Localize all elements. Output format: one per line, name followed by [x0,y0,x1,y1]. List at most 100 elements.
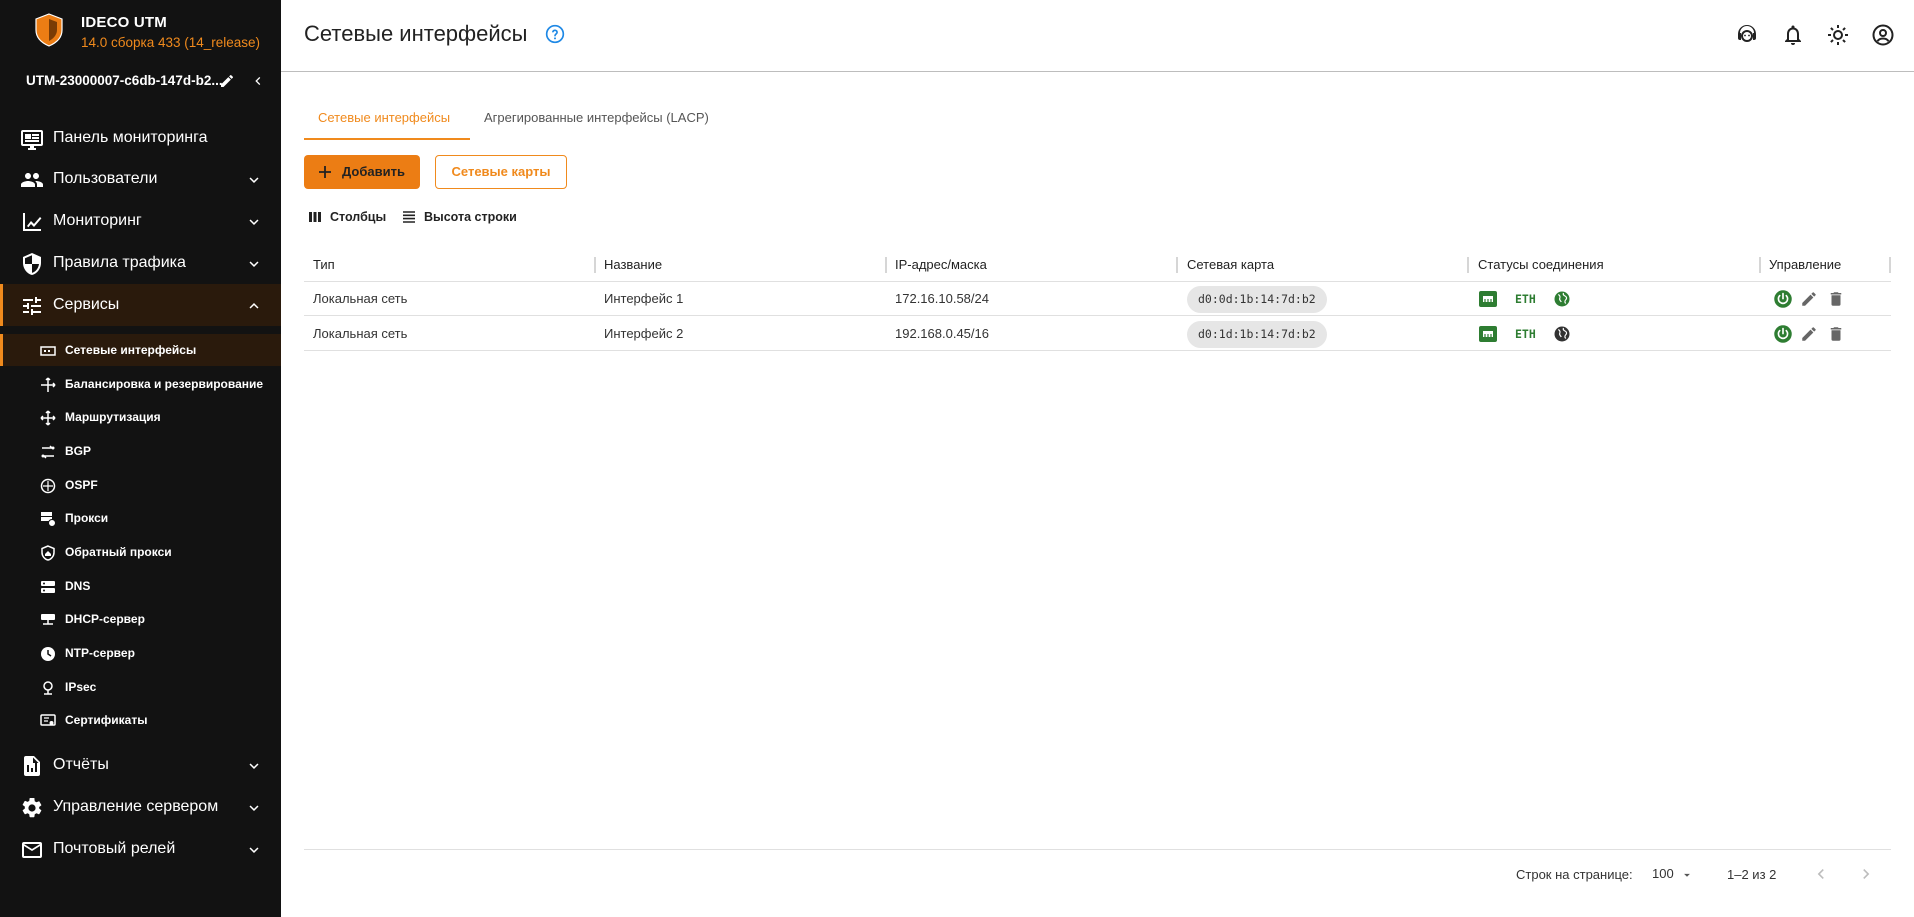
table-footer-divider [304,849,1891,850]
power-icon[interactable] [1773,324,1793,344]
cell-ip: 172.16.10.58/24 [895,291,989,306]
chevron-left-icon[interactable] [1811,864,1831,884]
nav-item-server-management[interactable]: Управление сервером [0,786,281,828]
row-height-label: Высота строки [424,210,517,224]
ipsec-location-icon [43,681,53,695]
rows-per-page-select[interactable]: 100 [1652,866,1674,881]
column-header-ip[interactable]: IP-адрес/маска [895,257,987,272]
sidebar-item-ospf[interactable]: OSPF [0,469,281,501]
dhcp-lan-icon [41,614,55,625]
mail-icon [22,842,42,858]
nav-label: Сервисы [53,296,120,313]
brand: IDECO UTM 14.0 сборка 433 (14_release) [0,0,281,64]
nav-item-mail-relay[interactable]: Почтовый релей [0,828,281,870]
nic-chip: d0:1d:1b:14:7d:b2 [1187,321,1327,348]
ethernet-connected-icon [1479,291,1497,307]
monitor-dashboard-icon [21,130,43,150]
shield-home-icon [41,545,55,561]
column-separator[interactable] [885,257,887,273]
sidebar-item-dns[interactable]: DNS [0,570,281,602]
sub-label: OSPF [65,478,98,492]
nic-chip: d0:0d:1b:14:7d:b2 [1187,286,1327,313]
nav-item-reports[interactable]: Отчёты [0,744,281,786]
chevron-down-icon [249,261,259,267]
sidebar-item-certificates[interactable]: Сертификаты [0,704,281,736]
clock-icon [41,647,55,661]
shield-lock-icon [23,253,41,275]
brightness-icon[interactable] [1826,23,1850,47]
help-circle-icon[interactable] [545,24,565,44]
columns-button[interactable]: Столбцы [308,208,388,228]
column-header-nic[interactable]: Сетевая карта [1187,257,1274,272]
link-type-label: ETH [1515,292,1536,306]
table-row[interactable]: Локальная сеть Интерфейс 2 192.168.0.45/… [304,317,1891,351]
sidebar-item-routing[interactable]: Маршрутизация [0,401,281,433]
caret-down-icon[interactable] [1680,868,1694,882]
sidebar-item-proxy[interactable]: Прокси [0,502,281,534]
globe-icon [1554,326,1570,342]
table-row[interactable]: Локальная сеть Интерфейс 1 172.16.10.58/… [304,282,1891,316]
pencil-icon[interactable] [1800,289,1818,309]
bgp-route-icon [41,445,55,459]
pencil-icon[interactable] [1800,324,1818,344]
tab-lacp[interactable]: Агрегированные интерфейсы (LACP) [484,104,709,140]
cell-name: Интерфейс 2 [604,326,684,341]
nav-item-monitoring[interactable]: Мониторинг [0,200,281,242]
power-icon[interactable] [1773,289,1793,309]
chevron-up-icon [249,303,259,309]
column-header-name[interactable]: Название [604,257,662,272]
host-selector[interactable]: UTM-23000007-c6db-147d-b2... [0,64,281,100]
host-name: UTM-23000007-c6db-147d-b2... [26,73,223,88]
trash-icon[interactable] [1827,324,1845,344]
network-cards-button[interactable]: Сетевые карты [435,155,567,189]
trash-icon[interactable] [1827,289,1845,309]
nav-item-services[interactable]: Сервисы [0,284,281,326]
column-separator[interactable] [1759,257,1761,273]
balance-arrows-icon [41,377,56,392]
pencil-icon[interactable] [219,73,235,89]
nav-item-traffic-rules[interactable]: Правила трафика [0,242,281,284]
column-separator[interactable] [594,257,596,273]
sidebar: IDECO UTM 14.0 сборка 433 (14_release) U… [0,0,281,917]
column-header-status[interactable]: Статусы соединения [1478,257,1604,272]
sub-label: Прокси [65,511,109,525]
support-agent-icon[interactable] [1735,23,1759,47]
column-header-actions[interactable]: Управление [1769,257,1841,272]
bell-icon[interactable] [1781,23,1805,47]
account-circle-icon[interactable] [1871,23,1895,47]
link-type-label: ETH [1515,327,1536,341]
users-icon [21,173,43,187]
chevron-down-icon [249,219,259,225]
nav-item-users[interactable]: Пользователи [0,158,281,200]
sub-label: Балансировка и резервирование [65,377,264,391]
sidebar-item-reverse-proxy[interactable]: Обратный прокси [0,536,281,568]
columns-icon [309,212,321,222]
ethernet-connected-icon [1479,326,1497,342]
sub-label: Сетевые интерфейсы [65,343,197,357]
nav-label: Панель мониторинга [53,129,208,146]
globe-connected-icon [1554,291,1570,307]
column-separator[interactable] [1467,257,1469,273]
add-button[interactable]: Добавить [304,155,420,189]
sidebar-item-network-interfaces[interactable]: Сетевые интерфейсы [0,334,281,366]
cell-name: Интерфейс 1 [604,291,684,306]
tab-network-interfaces[interactable]: Сетевые интерфейсы [304,104,470,140]
nav-label: Управление сервером [53,798,219,815]
sidebar-item-ntp[interactable]: NTP-сервер [0,637,281,669]
tune-sliders-icon [23,297,41,315]
column-separator[interactable] [1176,257,1178,273]
column-separator[interactable] [1889,257,1891,273]
chevron-left-icon[interactable] [250,72,266,90]
column-header-type[interactable]: Тип [313,257,335,272]
sidebar-item-ipsec[interactable]: IPsec [0,671,281,703]
sidebar-item-bgp[interactable]: BGP [0,435,281,467]
sidebar-item-balancing[interactable]: Балансировка и резервирование [0,368,281,400]
row-height-button[interactable]: Высота строки [402,208,522,228]
sub-label: DHCP-сервер [65,612,145,626]
sidebar-item-dhcp[interactable]: DHCP-сервер [0,603,281,635]
nav-label: Правила трафика [53,254,186,271]
table-header: Тип Название IP-адрес/маска Сетевая карт… [304,250,1891,282]
nav-item-dashboard[interactable]: Панель мониторинга [0,117,281,159]
ethernet-port-icon [40,346,56,356]
chevron-right-icon[interactable] [1856,864,1876,884]
